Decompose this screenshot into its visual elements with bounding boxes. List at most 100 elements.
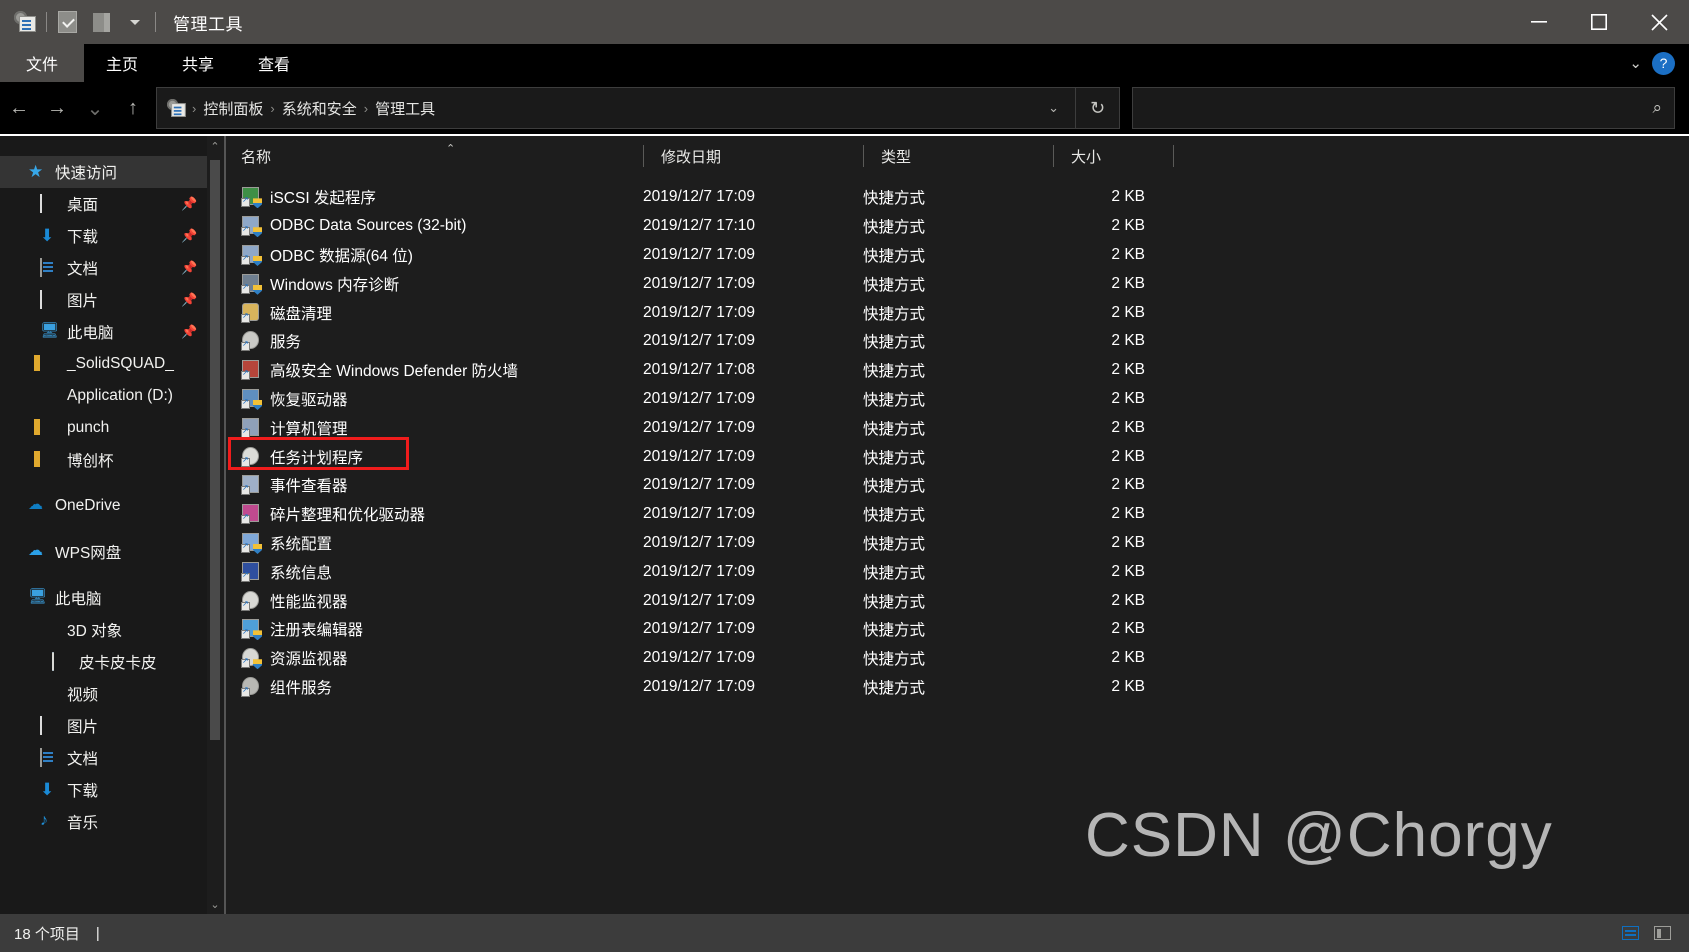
file-type: 快捷方式	[863, 507, 926, 525]
search-icon[interactable]: ⌕	[1652, 98, 1662, 118]
refresh-button[interactable]: ↻	[1076, 87, 1120, 129]
table-row[interactable]: 组件服务 2019/12/7 17:09 快捷方式 2 KB	[223, 673, 1689, 702]
quick-access-toolbar	[0, 0, 159, 44]
sidebar-item-documents-2[interactable]: 文档	[0, 742, 223, 774]
sidebar-item-pictures-2[interactable]: 图片	[0, 710, 223, 742]
tab-file[interactable]: 文件	[0, 44, 85, 82]
file-type: 快捷方式	[863, 622, 926, 640]
table-row[interactable]: ODBC Data Sources (32-bit) 2019/12/7 17:…	[223, 212, 1689, 241]
file-size: 2 KB	[1111, 332, 1145, 350]
file-name: 服务	[270, 334, 302, 352]
list-view-icon[interactable]	[1617, 922, 1643, 944]
address-bar[interactable]: › 控制面板 › 系统和安全 › 管理工具 ⌄	[156, 87, 1076, 129]
table-row[interactable]: 事件查看器 2019/12/7 17:09 快捷方式 2 KB	[223, 471, 1689, 500]
file-size: 2 KB	[1111, 562, 1145, 580]
sidebar-item-pictures[interactable]: 图片 📌	[0, 284, 223, 316]
sidebar-item-solidsquad[interactable]: _SolidSQUAD_	[0, 348, 223, 380]
up-button[interactable]: ↑	[114, 82, 152, 134]
file-name-cell: 资源监视器	[223, 647, 643, 670]
table-row[interactable]: 碎片整理和优化驱动器 2019/12/7 17:09 快捷方式 2 KB	[223, 500, 1689, 529]
sidebar-item-punch[interactable]: punch	[0, 412, 223, 444]
videos-icon	[40, 685, 60, 703]
table-row[interactable]: 性能监视器 2019/12/7 17:09 快捷方式 2 KB	[223, 586, 1689, 615]
pictures-icon	[40, 290, 60, 309]
file-size: 2 KB	[1111, 418, 1145, 436]
table-row[interactable]: 计算机管理 2019/12/7 17:09 快捷方式 2 KB	[223, 413, 1689, 442]
sidebar-item-3d-objects[interactable]: 3D 对象	[0, 614, 223, 646]
registry-editor-icon	[241, 619, 262, 641]
table-row[interactable]: 注册表编辑器 2019/12/7 17:09 快捷方式 2 KB	[223, 615, 1689, 644]
sidebar-item-application-d[interactable]: Application (D:)	[0, 380, 223, 412]
table-row[interactable]: 恢复驱动器 2019/12/7 17:09 快捷方式 2 KB	[223, 385, 1689, 414]
breadcrumb-admin-tools[interactable]: 管理工具	[369, 98, 441, 119]
sidebar-item-downloads-2[interactable]: ⬇ 下载	[0, 774, 223, 806]
file-size: 2 KB	[1111, 303, 1145, 321]
file-date: 2019/12/7 17:08	[643, 361, 756, 379]
sidebar-item-this-pc[interactable]: 🖥 此电脑	[0, 582, 223, 614]
table-row[interactable]: 高级安全 Windows Defender 防火墙 2019/12/7 17:0…	[223, 356, 1689, 385]
file-type: 快捷方式	[863, 449, 926, 467]
pin-icon[interactable]: 📌	[181, 228, 197, 244]
event-viewer-icon	[241, 475, 261, 496]
sidebar-item-desktop[interactable]: 桌面 📌	[0, 188, 223, 220]
file-size: 2 KB	[1111, 274, 1145, 292]
sidebar-item-documents[interactable]: 文档 📌	[0, 252, 223, 284]
column-header-name[interactable]: 名称 ⌃	[223, 136, 643, 176]
chevron-down-icon[interactable]: ⌄	[1629, 56, 1642, 71]
scrollbar-thumb[interactable]	[210, 160, 220, 740]
search-box[interactable]: ⌕	[1132, 87, 1675, 129]
table-row[interactable]: 系统信息 2019/12/7 17:09 快捷方式 2 KB	[223, 557, 1689, 586]
pin-icon[interactable]: 📌	[181, 324, 197, 340]
pin-icon[interactable]: 📌	[181, 196, 197, 212]
help-button[interactable]: ?	[1652, 51, 1675, 75]
recent-locations-button[interactable]: ⌄	[76, 82, 114, 134]
file-name: 高级安全 Windows Defender 防火墙	[270, 363, 519, 381]
tab-share[interactable]: 共享	[160, 44, 236, 82]
scroll-up-icon[interactable]: ⌃	[207, 136, 223, 156]
column-header-size[interactable]: 大小	[1053, 136, 1173, 176]
file-date: 2019/12/7 17:09	[643, 389, 756, 407]
maximize-button[interactable]	[1569, 0, 1629, 44]
sidebar-item-quick-access[interactable]: ★ 快速访问	[0, 156, 223, 188]
table-row[interactable]: iSCSI 发起程序 2019/12/7 17:09 快捷方式 2 KB	[223, 183, 1689, 212]
sidebar-item-onedrive[interactable]: ☁ OneDrive	[0, 490, 223, 522]
column-header-type[interactable]: 类型	[863, 136, 1053, 176]
back-button[interactable]: ←	[0, 82, 38, 134]
column-header-date[interactable]: 修改日期	[643, 136, 863, 176]
table-row[interactable]: 系统配置 2019/12/7 17:09 快捷方式 2 KB	[223, 529, 1689, 558]
minimize-button[interactable]	[1509, 0, 1569, 44]
close-button[interactable]	[1629, 0, 1689, 44]
table-row[interactable]: ODBC 数据源(64 位) 2019/12/7 17:09 快捷方式 2 KB	[223, 241, 1689, 270]
pin-icon[interactable]: 📌	[181, 260, 197, 276]
table-row[interactable]: 磁盘清理 2019/12/7 17:09 快捷方式 2 KB	[223, 298, 1689, 327]
sidebar-item-music[interactable]: ♪ 音乐	[0, 806, 223, 838]
document-check-icon[interactable]	[50, 5, 84, 39]
admin-tools-icon[interactable]	[9, 5, 43, 39]
forward-button[interactable]: →	[38, 82, 76, 134]
chevron-down-icon[interactable]: ⌄	[1036, 100, 1071, 116]
file-name: 任务计划程序	[270, 449, 364, 467]
tab-home[interactable]: 主页	[84, 44, 160, 82]
sidebar-item-this-pc-pinned[interactable]: 🖥 此电脑 📌	[0, 316, 223, 348]
table-row[interactable]: 服务 2019/12/7 17:09 快捷方式 2 KB	[223, 327, 1689, 356]
pin-icon[interactable]: 📌	[181, 292, 197, 308]
detail-view-icon[interactable]	[1649, 922, 1675, 944]
table-row[interactable]: 资源监视器 2019/12/7 17:09 快捷方式 2 KB	[223, 644, 1689, 673]
tab-view[interactable]: 查看	[236, 44, 312, 82]
sidebar-item-phone[interactable]: 皮卡皮卡皮	[0, 646, 223, 678]
system-info-icon	[241, 561, 261, 582]
folder-icon[interactable]	[84, 5, 118, 39]
sidebar-item-downloads[interactable]: ⬇ 下载 📌	[0, 220, 223, 252]
table-row[interactable]: 任务计划程序 2019/12/7 17:09 快捷方式 2 KB	[223, 442, 1689, 471]
sidebar-item-bochuangbei[interactable]: 博创杯	[0, 444, 223, 476]
breadcrumb-system-security[interactable]: 系统和安全	[276, 98, 363, 119]
sidebar-item-wps-cloud[interactable]: ☁ WPS网盘	[0, 536, 223, 568]
scroll-down-icon[interactable]: ⌄	[207, 894, 223, 914]
navigation-pane: ★ 快速访问 桌面 📌 ⬇ 下载 📌 文档 📌 图片 📌 🖥 此电脑 📌 _So…	[0, 136, 223, 914]
breadcrumb-control-panel[interactable]: 控制面板	[197, 98, 269, 119]
table-row[interactable]: Windows 内存诊断 2019/12/7 17:09 快捷方式 2 KB	[223, 269, 1689, 298]
sidebar-item-videos[interactable]: 视频	[0, 678, 223, 710]
navigation-pane-scrollbar[interactable]: ⌃ ⌄	[207, 136, 223, 914]
chevron-down-icon[interactable]	[118, 5, 152, 39]
